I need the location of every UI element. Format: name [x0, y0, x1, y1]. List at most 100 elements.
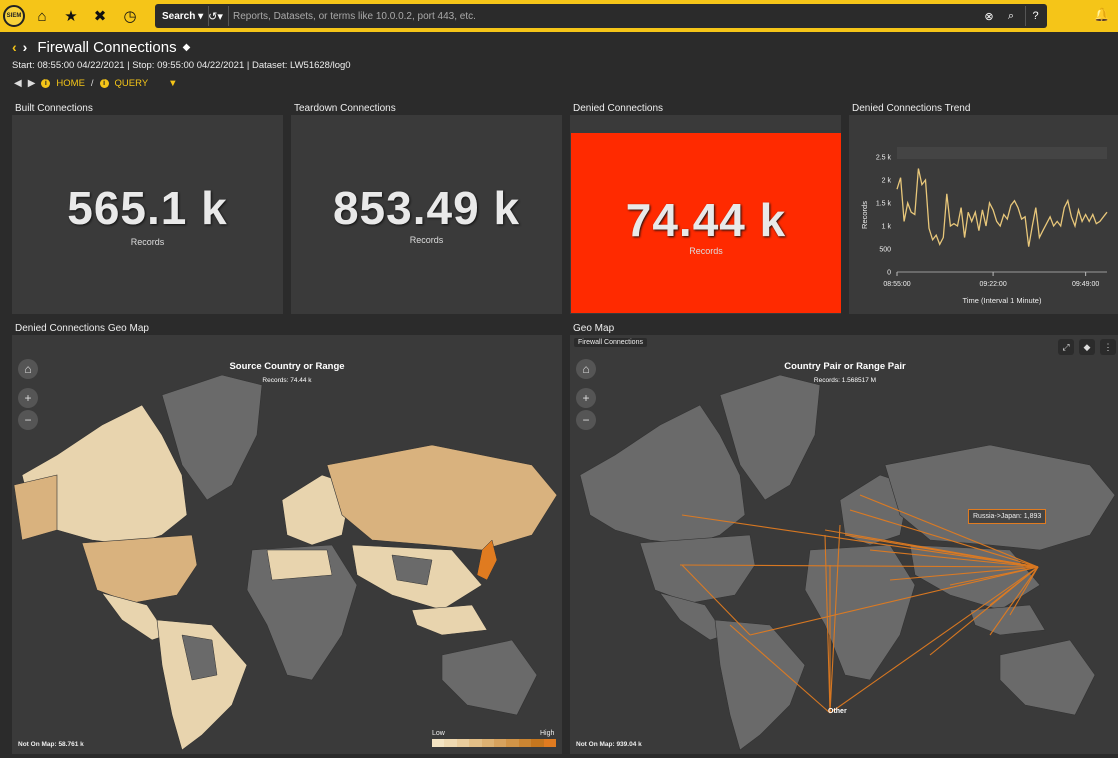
- bell-icon[interactable]: 🔔: [1094, 7, 1110, 23]
- title-row: ‹ › Firewall Connections ◆: [12, 38, 190, 56]
- legend-swatch: [432, 739, 445, 747]
- app-root: SIEM ⌂ ★ ✖ ◷ Search ▾ ↺▾ ⊗ ⌕ ? 🔔 ‹ › Fir…: [0, 0, 1118, 758]
- denied-sub: Records: [689, 246, 723, 256]
- zoom-out-icon[interactable]: −: [18, 410, 38, 430]
- page-title: Firewall Connections: [37, 38, 177, 56]
- legend-high: High: [540, 730, 555, 737]
- expand-icon[interactable]: ⤢: [1058, 339, 1074, 355]
- region-russia[interactable]: [326, 444, 558, 551]
- crumb-home[interactable]: HOME: [56, 78, 85, 89]
- denied-label: Denied Connections: [570, 102, 667, 115]
- region-asia[interactable]: [909, 544, 1041, 611]
- legend-swatch: [456, 739, 470, 747]
- crumb-query[interactable]: QUERY: [115, 78, 149, 89]
- help-icon[interactable]: ?: [1025, 6, 1045, 26]
- built-value: 565.1 k: [67, 182, 228, 234]
- legend-swatch: [481, 739, 495, 747]
- legend-swatch: [518, 739, 532, 747]
- trend-plot-band: [897, 147, 1107, 159]
- geo-left-records: Records: 74.44 k: [262, 377, 312, 384]
- search-icon[interactable]: ⌕: [1001, 6, 1021, 26]
- built-panel[interactable]: 565.1 k Records: [12, 115, 283, 314]
- home-icon[interactable]: ⌂: [32, 6, 52, 26]
- forward-icon[interactable]: ›: [23, 39, 28, 55]
- trend-chart: 2.5 k 2 k 1.5 k 1 k 500 0 08:55:00 09:22:00 09:…: [860, 147, 1108, 305]
- trend-x-tick: 08:55:00: [883, 281, 910, 288]
- crumb-forward-icon[interactable]: ▶: [28, 78, 36, 89]
- region-usa[interactable]: [639, 534, 756, 604]
- legend-swatch: [494, 739, 507, 747]
- crumb-separator: /: [90, 78, 94, 89]
- more-icon[interactable]: ⋮: [1100, 339, 1116, 355]
- trend-panel[interactable]: 2.5 k 2 k 1.5 k 1 k 500 0 08:55:00 09:22:00 09:…: [849, 115, 1118, 314]
- zoom-in-icon[interactable]: +: [18, 388, 38, 408]
- trend-y-label: Records: [860, 201, 869, 229]
- region-russia[interactable]: [884, 444, 1116, 551]
- geo-right-records: Records: 1.568517 M: [813, 377, 877, 384]
- flow-tooltip: Russia->Japan: 1,893: [968, 509, 1047, 524]
- map-home-icon[interactable]: ⌂: [18, 359, 38, 379]
- clear-icon[interactable]: ⊗: [979, 6, 999, 26]
- search-type-label: Search: [162, 10, 196, 22]
- teardown-panel[interactable]: 853.49 k Records: [291, 115, 562, 314]
- region-australia[interactable]: [441, 639, 538, 716]
- clock-icon[interactable]: ◷: [120, 6, 140, 26]
- trend-x-tick: 09:22:00: [979, 281, 1006, 288]
- teardown-sub: Records: [409, 235, 444, 245]
- other-label: Other: [828, 708, 847, 715]
- region-usa[interactable]: [81, 534, 198, 604]
- geo-left-title: Source Country or Range: [229, 361, 345, 372]
- legend-swatch: [469, 739, 482, 747]
- tag-icon[interactable]: ◆: [1079, 339, 1095, 355]
- app-logo[interactable]: SIEM: [3, 5, 25, 27]
- geo-right-title: Country Pair or Range Pair: [784, 361, 906, 372]
- world-map-left[interactable]: [12, 335, 562, 754]
- info-icon: i: [99, 79, 109, 88]
- denied-panel-frame: 74.44 k Records: [570, 115, 841, 314]
- trend-y-tick: 2 k: [882, 178, 892, 185]
- map-home-icon[interactable]: ⌂: [576, 359, 596, 379]
- geo-left-label: Denied Connections Geo Map: [12, 322, 152, 335]
- history-icon[interactable]: ↺▾: [203, 6, 229, 26]
- built-label: Built Connections: [12, 102, 96, 115]
- region-alaska[interactable]: [13, 474, 58, 541]
- teardown-label: Teardown Connections: [291, 102, 399, 115]
- teardown-value: 853.49 k: [332, 182, 521, 234]
- star-icon[interactable]: ★: [61, 6, 81, 26]
- geo-left-panel[interactable]: ⌂ + − Source Country or Range Records: 7…: [12, 335, 562, 754]
- legend-swatch: [444, 739, 457, 747]
- region-indonesia[interactable]: [411, 604, 488, 636]
- geo-left-not-on-map: Not On Map: 58.761 k: [18, 741, 84, 748]
- tools-icon[interactable]: ✖: [90, 6, 110, 26]
- legend-swatch: [543, 739, 557, 747]
- trend-series-line: [896, 168, 1108, 247]
- geo-right-panel[interactable]: Firewall Connections ⤢ ◆ ⋮ ⌂ + − Country…: [570, 335, 1118, 754]
- region-australia[interactable]: [999, 639, 1096, 716]
- search-input[interactable]: [233, 6, 973, 26]
- crumb-back-icon[interactable]: ◀: [14, 78, 22, 89]
- back-icon[interactable]: ‹: [12, 39, 17, 55]
- layer-chip[interactable]: Firewall Connections: [574, 338, 647, 347]
- denied-value: 74.44 k: [625, 194, 787, 246]
- search-type-dropdown[interactable]: Search ▾: [157, 6, 210, 26]
- geo-right-not-on-map: Not On Map: 939.04 k: [576, 741, 642, 748]
- world-map-right[interactable]: [570, 335, 1118, 754]
- info-icon: i: [41, 79, 51, 88]
- dataset-meta: Start: 08:55:00 04/22/2021 | Stop: 09:55…: [12, 60, 351, 71]
- denied-panel[interactable]: 74.44 k Records: [571, 133, 841, 313]
- trend-x-tick: 09:49:00: [1072, 281, 1099, 288]
- region-canada[interactable]: [579, 404, 746, 546]
- legend-swatch: [506, 739, 519, 747]
- tag-icon[interactable]: ◆: [183, 42, 191, 53]
- top-bar: SIEM ⌂ ★ ✖ ◷ Search ▾ ↺▾ ⊗ ⌕ ? 🔔: [0, 0, 1118, 32]
- region-south-america[interactable]: [714, 619, 806, 751]
- trend-y-tick: 1 k: [882, 224, 892, 231]
- region-north-africa[interactable]: [266, 549, 333, 581]
- trend-y-tick: 1.5 k: [876, 201, 892, 208]
- chevron-down-icon[interactable]: ▼: [168, 78, 177, 89]
- trend-y-tick: 500: [879, 247, 891, 254]
- zoom-out-icon[interactable]: −: [576, 410, 596, 430]
- trend-x-label: Time (Interval 1 Minute): [963, 296, 1042, 305]
- zoom-in-icon[interactable]: +: [576, 388, 596, 408]
- color-legend: [432, 739, 557, 747]
